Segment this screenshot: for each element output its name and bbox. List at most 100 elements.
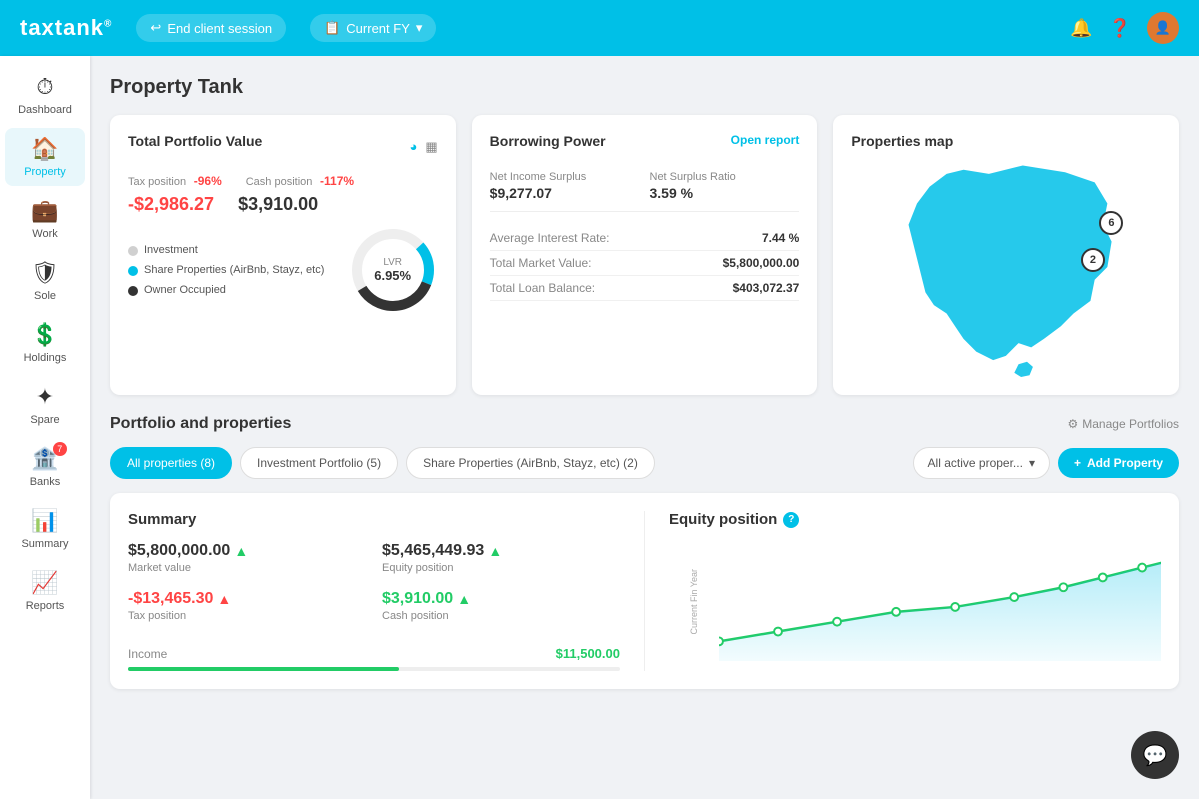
bar-chart-icon[interactable]: ▦ [425, 139, 437, 155]
open-report-link[interactable]: Open report [731, 133, 800, 147]
sidebar-item-holdings[interactable]: 💲 Holdings [5, 314, 85, 372]
sidebar-item-summary[interactable]: 📊 Summary [5, 500, 85, 558]
cards-row: Total Portfolio Value ◕ ▦ Tax position -… [110, 115, 1179, 395]
main-content: Property Tank Total Portfolio Value ◕ ▦ … [90, 56, 1199, 799]
net-surplus-block: Net Surplus Ratio 3.59 % [650, 171, 800, 201]
market-up-arrow: ▲ [234, 543, 248, 559]
equity-chart: Current Fin Year [669, 542, 1161, 662]
summary-equity-row: Summary $5,800,000.00 ▲ Market value $5,… [128, 511, 1161, 671]
borrowing-card-title: Borrowing Power [490, 133, 606, 149]
tab-share-properties[interactable]: Share Properties (AirBnb, Stayz, etc) (2… [406, 447, 655, 479]
spare-icon: ✦ [36, 384, 54, 410]
holdings-icon: 💲 [31, 322, 58, 348]
equity-y-axis: Current Fin Year [669, 542, 719, 662]
summary-icon: 📊 [31, 508, 58, 534]
income-progress-bar [128, 667, 620, 671]
equity-help-icon[interactable]: ? [783, 512, 799, 528]
plus-icon: + [1074, 456, 1081, 470]
tax-position-block: Tax position -96% [128, 173, 222, 188]
sidebar-item-sole[interactable]: 🛡 Sole [5, 252, 85, 310]
cash-position-block: Cash position -117% [246, 173, 354, 188]
add-property-button[interactable]: + Add Property [1058, 448, 1179, 478]
cash-main-value: $3,910.00 [238, 194, 318, 215]
australia-svg [851, 157, 1161, 377]
portfolio-card: Total Portfolio Value ◕ ▦ Tax position -… [110, 115, 456, 395]
legend-dot-dark [128, 286, 138, 296]
tax-position-value: -$13,465.30 ▲ [128, 590, 366, 608]
borrowing-card: Borrowing Power Open report Net Income S… [472, 115, 818, 395]
income-progress-fill [128, 667, 399, 671]
pie-chart-icon[interactable]: ◕ [410, 139, 418, 155]
tax-main-value: -$2,986.27 [128, 194, 214, 215]
portfolio-card-title-row: Total Portfolio Value ◕ ▦ [128, 133, 438, 161]
bottom-card: Summary $5,800,000.00 ▲ Market value $5,… [110, 493, 1179, 689]
portfolio-content: Investment Share Properties (AirBnb, Sta… [128, 225, 438, 315]
header: taxtank® ↩ End client session 📋 Current … [0, 0, 1199, 56]
sidebar-item-reports[interactable]: 📈 Reports [5, 562, 85, 620]
legend-item-investment: Investment [128, 244, 332, 256]
sidebar-item-dashboard[interactable]: ⏱ Dashboard [5, 66, 85, 124]
work-icon: 💼 [31, 198, 58, 224]
dashboard-icon: ⏱ [36, 74, 53, 100]
notification-icon[interactable]: 🔔 [1070, 18, 1092, 39]
avatar[interactable]: 👤 [1147, 12, 1179, 44]
avg-interest-row: Average Interest Rate: 7.44 % [490, 226, 800, 251]
chat-icon: 💬 [1143, 743, 1168, 768]
portfolio-section-header: Portfolio and properties ⚙ Manage Portfo… [110, 415, 1179, 433]
equity-title: Equity position ? [669, 511, 1161, 528]
tax-down-arrow: ▲ [217, 591, 231, 607]
income-row: Income $11,500.00 [128, 636, 620, 661]
equity-up-arrow: ▲ [488, 543, 502, 559]
filter-dropdown[interactable]: All active proper... ▾ [913, 447, 1050, 479]
chevron-down-icon: ▾ [1029, 456, 1035, 470]
sidebar-item-work[interactable]: 💼 Work [5, 190, 85, 248]
bp-grid: Net Income Surplus $9,277.07 Net Surplus… [490, 161, 800, 212]
portfolio-card-icons: ◕ ▦ [410, 139, 438, 155]
manage-portfolios-link[interactable]: ⚙ Manage Portfolios [1068, 417, 1180, 431]
total-market-row: Total Market Value: $5,800,000.00 [490, 251, 800, 276]
property-icon: 🏠 [31, 136, 58, 162]
australia-map: 6 2 [851, 157, 1161, 377]
donut-center: LVR 6.95% [374, 257, 411, 283]
tab-all-properties[interactable]: All properties (8) [110, 447, 232, 479]
legend: Investment Share Properties (AirBnb, Sta… [128, 244, 332, 296]
summary-section: Summary $5,800,000.00 ▲ Market value $5,… [128, 511, 644, 671]
borrowing-card-header: Borrowing Power Open report [490, 133, 800, 161]
banks-badge: 7 [53, 442, 67, 456]
header-left: taxtank® ↩ End client session 📋 Current … [20, 14, 436, 42]
legend-dot-blue [128, 266, 138, 276]
sidebar-item-banks[interactable]: 🏦 7 Banks [5, 438, 85, 496]
equity-section: Equity position ? Current Fin Year [644, 511, 1161, 671]
summary-values-grid: $5,800,000.00 ▲ Market value $5,465,449.… [128, 542, 620, 622]
cash-position-value: $3,910.00 ▲ [382, 590, 620, 608]
map-marker-6[interactable]: 6 [1099, 211, 1123, 235]
summary-title: Summary [128, 511, 620, 528]
header-right: 🔔 ❓ 👤 [1070, 12, 1179, 44]
tabs-row: All properties (8) Investment Portfolio … [110, 447, 1179, 479]
sole-icon: 🛡 [31, 260, 59, 286]
equity-line-chart [719, 542, 1161, 662]
sidebar: ⏱ Dashboard 🏠 Property 💼 Work 🛡 Sole 💲 H… [0, 56, 90, 799]
net-income-block: Net Income Surplus $9,277.07 [490, 171, 640, 201]
map-marker-2[interactable]: 2 [1081, 248, 1105, 272]
sidebar-item-property[interactable]: 🏠 Property [5, 128, 85, 186]
end-session-icon: ↩ [150, 20, 161, 36]
tax-cash-row: Tax position -96% Cash position -117% [128, 173, 438, 188]
help-icon[interactable]: ❓ [1109, 18, 1131, 39]
portfolio-section-title: Portfolio and properties [110, 415, 291, 433]
tax-position-block: -$13,465.30 ▲ Tax position [128, 590, 366, 622]
current-fy-button[interactable]: 📋 Current FY ▾ [310, 14, 436, 42]
sidebar-item-spare[interactable]: ✦ Spare [5, 376, 85, 434]
gear-icon: ⚙ [1068, 417, 1079, 431]
market-value-block: $5,800,000.00 ▲ Market value [128, 542, 366, 574]
briefcase-icon: 📋 [324, 20, 340, 36]
cash-up-arrow: ▲ [457, 591, 471, 607]
legend-item-owner: Owner Occupied [128, 284, 332, 296]
end-session-button[interactable]: ↩ End client session [136, 14, 286, 42]
app-layout: ⏱ Dashboard 🏠 Property 💼 Work 🛡 Sole 💲 H… [0, 56, 1199, 799]
legend-item-share: Share Properties (AirBnb, Stayz, etc) [128, 264, 332, 276]
chat-button[interactable]: 💬 [1131, 731, 1179, 779]
tab-investment-portfolio[interactable]: Investment Portfolio (5) [240, 447, 398, 479]
map-card: Properties map 6 2 [833, 115, 1179, 395]
page-title: Property Tank [110, 76, 1179, 99]
